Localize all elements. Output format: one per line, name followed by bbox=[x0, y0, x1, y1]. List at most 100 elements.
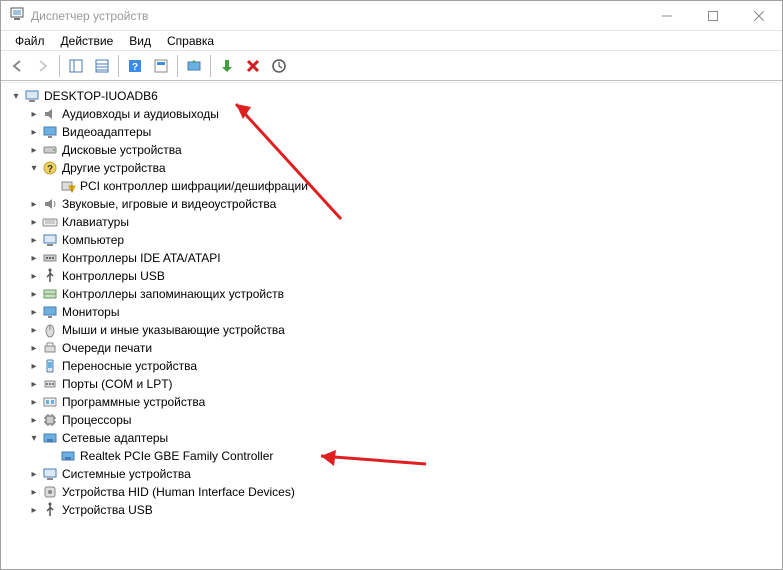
no-expand bbox=[44, 448, 60, 464]
tree-category[interactable]: ▸ Устройства HID (Human Interface Device… bbox=[26, 483, 781, 501]
toolbar-separator bbox=[59, 55, 60, 77]
tree-item-label: Программные устройства bbox=[62, 395, 205, 409]
tree-category[interactable]: ▸ Контроллеры USB bbox=[26, 267, 781, 285]
tree-category[interactable]: ▸ Клавиатуры bbox=[26, 213, 781, 231]
hid-icon bbox=[42, 484, 58, 500]
menu-help[interactable]: Справка bbox=[159, 32, 222, 50]
maximize-button[interactable] bbox=[690, 1, 736, 31]
svg-text:?: ? bbox=[132, 62, 138, 73]
tree-category[interactable]: ▸ Мыши и иные указывающие устройства bbox=[26, 321, 781, 339]
properties-sheet-button[interactable] bbox=[149, 54, 173, 78]
expand-icon[interactable]: ▸ bbox=[26, 484, 42, 500]
expand-icon[interactable]: ▸ bbox=[26, 502, 42, 518]
tree-category[interactable]: ▸ Видеоадаптеры bbox=[26, 123, 781, 141]
tree-category[interactable]: ▸ Переносные устройства bbox=[26, 357, 781, 375]
tree-category[interactable]: ▸ Звуковые, игровые и видеоустройства bbox=[26, 195, 781, 213]
computer-icon bbox=[24, 88, 40, 104]
collapse-icon[interactable]: ▾ bbox=[8, 88, 24, 104]
tree-category[interactable]: ▸ Компьютер bbox=[26, 231, 781, 249]
expand-icon[interactable]: ▸ bbox=[26, 124, 42, 140]
tree-device[interactable]: ! PCI контроллер шифрации/дешифрации bbox=[44, 177, 781, 195]
menu-bar: Файл Действие Вид Справка bbox=[1, 31, 782, 51]
tree-item-label: Очереди печати bbox=[62, 341, 152, 355]
tree-item-label: Realtek PCIe GBE Family Controller bbox=[80, 449, 273, 463]
minimize-button[interactable] bbox=[644, 1, 690, 31]
sound-icon bbox=[42, 196, 58, 212]
other-devices-icon: ? bbox=[42, 160, 58, 176]
tree-category[interactable]: ▸ Устройства USB bbox=[26, 501, 781, 519]
tree-item-label: Компьютер bbox=[62, 233, 124, 247]
update-driver-button[interactable] bbox=[182, 54, 206, 78]
expand-icon[interactable]: ▸ bbox=[26, 394, 42, 410]
ide-controller-icon bbox=[42, 250, 58, 266]
usb-controller-icon bbox=[42, 268, 58, 284]
expand-icon[interactable]: ▸ bbox=[26, 304, 42, 320]
expand-icon[interactable]: ▸ bbox=[26, 232, 42, 248]
software-device-icon bbox=[42, 394, 58, 410]
tree-category[interactable]: ▸ Контроллеры запоминающих устройств bbox=[26, 285, 781, 303]
tree-item-label: Контроллеры запоминающих устройств bbox=[62, 287, 284, 301]
no-expand bbox=[44, 178, 60, 194]
expand-icon[interactable]: ▸ bbox=[26, 466, 42, 482]
expand-icon[interactable]: ▸ bbox=[26, 214, 42, 230]
show-hide-tree-button[interactable] bbox=[64, 54, 88, 78]
menu-file[interactable]: Файл bbox=[7, 32, 53, 50]
expand-icon[interactable]: ▸ bbox=[26, 196, 42, 212]
tree-item-label: Сетевые адаптеры bbox=[62, 431, 168, 445]
tree-item-label: Аудиовходы и аудиовыходы bbox=[62, 107, 219, 121]
expand-icon[interactable]: ▸ bbox=[26, 376, 42, 392]
collapse-icon[interactable]: ▾ bbox=[26, 430, 42, 446]
uninstall-device-button[interactable] bbox=[241, 54, 265, 78]
tree-category[interactable]: ▾ Сетевые адаптеры bbox=[26, 429, 781, 447]
print-queue-icon bbox=[42, 340, 58, 356]
expand-icon[interactable]: ▸ bbox=[26, 358, 42, 374]
forward-button[interactable] bbox=[31, 54, 55, 78]
expand-icon[interactable]: ▸ bbox=[26, 250, 42, 266]
system-device-icon bbox=[42, 466, 58, 482]
expand-icon[interactable]: ▸ bbox=[26, 340, 42, 356]
window-controls bbox=[644, 1, 782, 31]
tree-item-label: Другие устройства bbox=[62, 161, 166, 175]
expand-icon[interactable]: ▸ bbox=[26, 142, 42, 158]
monitor-icon bbox=[42, 304, 58, 320]
collapse-icon[interactable]: ▾ bbox=[26, 160, 42, 176]
tree-category[interactable]: ▸ Порты (COM и LPT) bbox=[26, 375, 781, 393]
expand-icon[interactable]: ▸ bbox=[26, 322, 42, 338]
expand-icon[interactable]: ▸ bbox=[26, 268, 42, 284]
usb-device-icon bbox=[42, 502, 58, 518]
properties-button[interactable] bbox=[90, 54, 114, 78]
expand-icon[interactable]: ▸ bbox=[26, 412, 42, 428]
display-adapter-icon bbox=[42, 124, 58, 140]
menu-action[interactable]: Действие bbox=[53, 32, 122, 50]
tree-item-label: Переносные устройства bbox=[62, 359, 197, 373]
tree-root[interactable]: ▾ DESKTOP-IUOADB6 bbox=[8, 87, 781, 105]
toolbar-separator bbox=[177, 55, 178, 77]
tree-item-label: Звуковые, игровые и видеоустройства bbox=[62, 197, 276, 211]
close-button[interactable] bbox=[736, 1, 782, 31]
tree-category[interactable]: ▸ Процессоры bbox=[26, 411, 781, 429]
help-button[interactable]: ? bbox=[123, 54, 147, 78]
enable-device-button[interactable] bbox=[215, 54, 239, 78]
tree-item-label: Контроллеры USB bbox=[62, 269, 165, 283]
tree-device[interactable]: Realtek PCIe GBE Family Controller bbox=[44, 447, 781, 465]
tree-category[interactable]: ▸ Аудиовходы и аудиовыходы bbox=[26, 105, 781, 123]
network-adapter-icon bbox=[60, 448, 76, 464]
toolbar: ? bbox=[1, 51, 782, 81]
audio-io-icon bbox=[42, 106, 58, 122]
expand-icon[interactable]: ▸ bbox=[26, 286, 42, 302]
tree-item-label: Дисковые устройства bbox=[62, 143, 182, 157]
device-tree-panel[interactable]: ▾ DESKTOP-IUOADB6 ▸ Аудиовходы и аудиовы… bbox=[2, 82, 781, 568]
tree-category[interactable]: ▸ Программные устройства bbox=[26, 393, 781, 411]
expand-icon[interactable]: ▸ bbox=[26, 106, 42, 122]
keyboard-icon bbox=[42, 214, 58, 230]
tree-root-label: DESKTOP-IUOADB6 bbox=[44, 89, 158, 103]
back-button[interactable] bbox=[5, 54, 29, 78]
tree-category[interactable]: ▾ ? Другие устройства bbox=[26, 159, 781, 177]
scan-hardware-button[interactable] bbox=[267, 54, 291, 78]
tree-category[interactable]: ▸ Контроллеры IDE ATA/ATAPI bbox=[26, 249, 781, 267]
tree-category[interactable]: ▸ Системные устройства bbox=[26, 465, 781, 483]
tree-category[interactable]: ▸ Мониторы bbox=[26, 303, 781, 321]
menu-view[interactable]: Вид bbox=[121, 32, 159, 50]
tree-category[interactable]: ▸ Очереди печати bbox=[26, 339, 781, 357]
tree-category[interactable]: ▸ Дисковые устройства bbox=[26, 141, 781, 159]
